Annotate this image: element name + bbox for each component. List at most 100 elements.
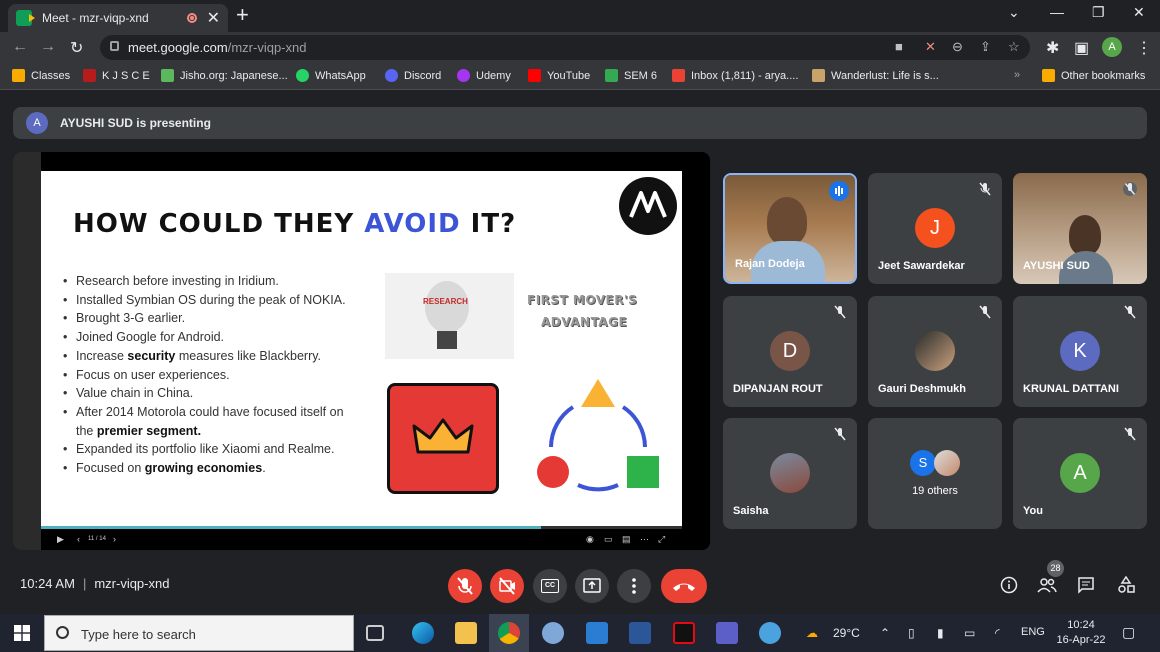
word-icon[interactable] bbox=[629, 622, 651, 644]
more-icon[interactable]: ⋯ bbox=[640, 534, 649, 545]
slide-page: 11 / 14 bbox=[88, 536, 106, 542]
address-bar[interactable]: meet.google.com/mzr-viqp-xnd ■ ✕ ⊖ ⇪ ☆ bbox=[100, 35, 1030, 60]
tab-search-icon[interactable]: ⌄ bbox=[1008, 4, 1020, 21]
camera-icon[interactable]: ■ bbox=[895, 39, 903, 54]
bookmark-star-icon[interactable]: ☆ bbox=[1008, 39, 1020, 55]
bullet-item: After 2014 Motorola could have focused i… bbox=[63, 403, 346, 440]
prev-slide-icon[interactable]: ‹ bbox=[77, 534, 80, 544]
mic-off-icon bbox=[834, 305, 846, 319]
chrome-icon[interactable] bbox=[498, 622, 520, 644]
participant-avatar: J bbox=[915, 208, 955, 248]
task-view-icon[interactable] bbox=[366, 625, 384, 641]
bookmark-youtube[interactable]: YouTube bbox=[528, 69, 590, 82]
bookmark-kjsce[interactable]: K J S C E bbox=[83, 69, 150, 82]
taskbar-clock[interactable]: 10:24 16-Apr-22 bbox=[1052, 618, 1110, 648]
reload-icon[interactable]: ↻ bbox=[70, 38, 83, 58]
meet-now-icon[interactable]: ▯ bbox=[908, 626, 915, 640]
bullet-item: Increase security measures like Blackber… bbox=[63, 347, 346, 366]
edge-icon[interactable] bbox=[412, 622, 434, 644]
bookmark-wanderlust[interactable]: Wanderlust: Life is s... bbox=[812, 69, 939, 82]
recording-icon bbox=[186, 13, 197, 23]
blocked-popup-icon[interactable]: ✕ bbox=[925, 39, 936, 55]
participant-tile-krunal[interactable]: K KRUNAL DATTANI bbox=[1013, 296, 1147, 407]
camera-toggle-button[interactable] bbox=[490, 569, 524, 603]
activities-icon[interactable] bbox=[1117, 576, 1135, 594]
snip-tool-icon[interactable] bbox=[542, 622, 564, 644]
menu-icon[interactable]: ⋮ bbox=[1136, 38, 1152, 58]
forward-icon[interactable]: → bbox=[40, 38, 56, 56]
subtitles-icon[interactable]: ▤ bbox=[622, 534, 631, 545]
bookmark-whatsapp[interactable]: WhatsApp bbox=[296, 69, 366, 82]
restore-button[interactable]: ❐ bbox=[1092, 4, 1105, 21]
teams-icon[interactable] bbox=[716, 622, 738, 644]
other-bookmarks[interactable]: Other bookmarks bbox=[1042, 69, 1145, 82]
new-tab-button[interactable]: + bbox=[236, 4, 249, 26]
mic-off-icon bbox=[1124, 427, 1136, 441]
bookmark-sem6[interactable]: SEM 6 bbox=[605, 69, 657, 82]
battery-icon[interactable]: ▭ bbox=[964, 626, 975, 640]
help-icon[interactable] bbox=[759, 622, 781, 644]
next-slide-icon[interactable]: › bbox=[113, 534, 116, 544]
people-icon[interactable] bbox=[1037, 576, 1057, 594]
participant-tile-you[interactable]: A You bbox=[1013, 418, 1147, 529]
bookmark-classes[interactable]: Classes bbox=[12, 69, 70, 82]
minimize-button[interactable]: — bbox=[1050, 4, 1064, 20]
play-icon[interactable]: ▶ bbox=[57, 534, 64, 545]
participant-tile-dipanjan[interactable]: D DIPANJAN ROUT bbox=[723, 296, 857, 407]
back-icon[interactable]: ← bbox=[12, 38, 28, 56]
file-explorer-icon[interactable] bbox=[455, 622, 477, 644]
close-window-button[interactable]: ✕ bbox=[1133, 4, 1145, 21]
notifications-icon[interactable]: ▢ bbox=[1122, 624, 1135, 641]
more-bookmarks-icon[interactable]: » bbox=[1014, 69, 1020, 81]
meeting-details-icon[interactable] bbox=[1000, 576, 1018, 594]
wifi-icon[interactable]: ◜ bbox=[995, 626, 1000, 640]
extensions-icon[interactable]: ✱ bbox=[1046, 38, 1059, 58]
end-call-button[interactable] bbox=[661, 569, 707, 603]
lock-icon bbox=[110, 41, 119, 51]
mic-off-icon bbox=[979, 305, 991, 319]
cast-icon[interactable]: ▭ bbox=[604, 534, 613, 545]
slide-bullets: Research before investing in Iridium. In… bbox=[63, 272, 346, 478]
audio-icon[interactable]: ◉ bbox=[586, 534, 594, 545]
chat-icon[interactable] bbox=[1077, 576, 1095, 594]
bullet-item: Expanded its portfolio like Xiaomi and R… bbox=[63, 440, 346, 459]
bookmark-jisho[interactable]: Jisho.org: Japanese... bbox=[161, 69, 288, 82]
close-tab-icon[interactable]: ✕ bbox=[207, 8, 220, 28]
participant-tile-ayushi[interactable]: AYUSHI SUD bbox=[1013, 173, 1147, 284]
captions-button[interactable]: CC bbox=[533, 569, 567, 603]
mic-toggle-button[interactable] bbox=[448, 569, 482, 603]
tray-chevron-icon[interactable]: ⌃ bbox=[880, 626, 890, 640]
participant-tile-rajan[interactable]: Rajan Dodeja bbox=[723, 173, 857, 284]
weather-icon[interactable]: ☁ bbox=[806, 626, 818, 640]
temperature[interactable]: 29°C bbox=[833, 626, 860, 640]
present-button[interactable] bbox=[575, 569, 609, 603]
participant-tile-gauri[interactable]: Gauri Deshmukh bbox=[868, 296, 1002, 407]
fullscreen-icon[interactable]: ⤢ bbox=[658, 534, 665, 545]
vscode-icon[interactable] bbox=[586, 622, 608, 644]
participant-avatar: A bbox=[1060, 453, 1100, 493]
mic-off-icon bbox=[1123, 182, 1137, 196]
speaking-indicator-icon bbox=[829, 181, 849, 201]
meet-favicon-icon bbox=[16, 10, 35, 26]
netflix-icon[interactable] bbox=[673, 622, 695, 644]
participant-avatar: K bbox=[1060, 331, 1100, 371]
bookmark-gmail-inbox[interactable]: Inbox (1,811) - arya.... bbox=[672, 69, 798, 82]
participant-tile-saisha[interactable]: Saisha bbox=[723, 418, 857, 529]
participant-tile-others[interactable]: S 19 others bbox=[868, 418, 1002, 529]
profile-avatar[interactable]: A bbox=[1102, 37, 1122, 57]
bookmark-discord[interactable]: Discord bbox=[385, 69, 441, 82]
microphone-icon[interactable]: ▮ bbox=[937, 626, 944, 640]
side-panel-icon[interactable]: ▣ bbox=[1074, 38, 1089, 58]
participant-name: KRUNAL DATTANI bbox=[1023, 383, 1119, 395]
zoom-icon[interactable]: ⊖ bbox=[952, 39, 963, 55]
participant-photo-avatar bbox=[915, 331, 955, 371]
share-icon[interactable]: ⇪ bbox=[980, 39, 991, 55]
more-options-button[interactable] bbox=[617, 569, 651, 603]
taskbar-search-box[interactable]: Type here to search bbox=[44, 615, 354, 651]
language-indicator[interactable]: ENG bbox=[1021, 626, 1045, 638]
windows-start-icon[interactable] bbox=[14, 625, 30, 641]
browser-tab[interactable]: Meet - mzr-viqp-xnd ✕ bbox=[8, 4, 228, 32]
participant-tile-jeet[interactable]: J Jeet Sawardekar bbox=[868, 173, 1002, 284]
bookmark-udemy[interactable]: Udemy bbox=[457, 69, 511, 82]
captions-icon: CC bbox=[541, 579, 559, 593]
